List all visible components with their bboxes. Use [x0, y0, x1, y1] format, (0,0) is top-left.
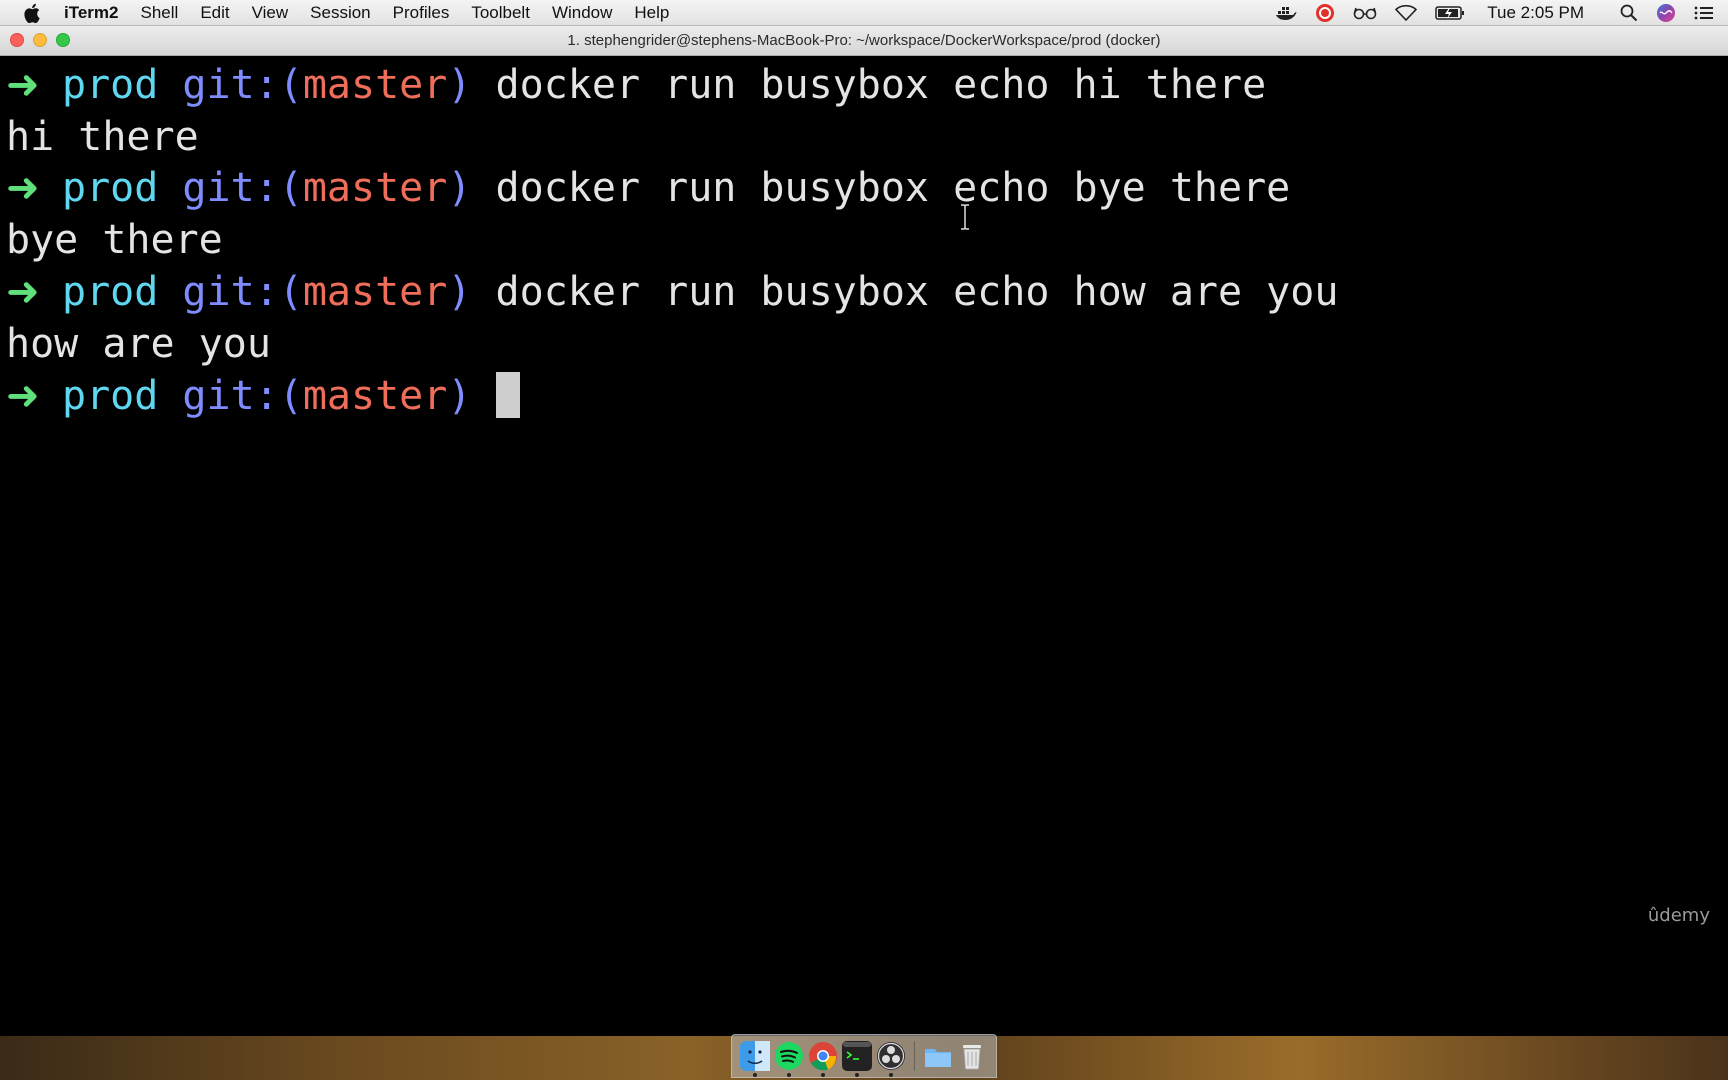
window-title-bar[interactable]: 1. stephengrider@stephens-MacBook-Pro: ~… [0, 26, 1728, 56]
prompt-git-prefix: git:( [182, 165, 303, 211]
menu-profiles[interactable]: Profiles [393, 3, 450, 23]
menu-help[interactable]: Help [634, 3, 669, 23]
terminal-icon[interactable] [842, 1041, 872, 1077]
finder-icon[interactable] [740, 1041, 770, 1077]
prompt-git-branch: master [302, 373, 448, 419]
terminal-area[interactable]: ➜ prod git:(master) docker run busybox ec… [0, 56, 1728, 1036]
prompt-git-suffix: ) [447, 62, 472, 108]
prompt-arrow-icon: ➜ [6, 373, 40, 419]
menu-bar: iTerm2 Shell Edit View Session Profiles … [0, 0, 1728, 26]
prompt-arrow-icon: ➜ [6, 269, 40, 315]
prompt-git-suffix: ) [447, 165, 472, 211]
menu-window[interactable]: Window [552, 3, 612, 23]
terminal-current-prompt[interactable]: ➜ prod git:(master) [6, 370, 520, 422]
glasses-icon[interactable] [1353, 6, 1377, 20]
prompt-directory: prod [62, 165, 159, 211]
trash-icon[interactable] [957, 1041, 987, 1071]
chrome-icon[interactable] [808, 1041, 838, 1077]
prompt-directory: prod [62, 62, 159, 108]
spotify-icon[interactable] [774, 1041, 804, 1077]
prompt-git-branch: master [302, 165, 448, 211]
terminal-cursor [495, 372, 520, 418]
mouse-ibeam-cursor-icon [961, 204, 969, 230]
udemy-watermark: ûdemy [1647, 905, 1710, 926]
prompt-git-prefix: git:( [182, 269, 303, 315]
menu-edit[interactable]: Edit [200, 3, 229, 23]
menu-shell[interactable]: Shell [141, 3, 179, 23]
terminal-command: docker run busybox echo hi there [495, 62, 1267, 108]
wifi-icon[interactable] [1395, 4, 1418, 21]
prompt-git-branch: master [302, 269, 448, 315]
menu-clock[interactable]: Tue 2:05 PM [1487, 3, 1584, 23]
terminal-output-line: bye there [6, 217, 223, 263]
battery-icon[interactable] [1435, 5, 1465, 21]
terminal-prompt-line: ➜ prod git:(master) docker run busybox ec… [6, 59, 1266, 111]
terminal-command: docker run busybox echo bye there [495, 165, 1291, 211]
prompt-git-suffix: ) [447, 373, 472, 419]
obs-icon[interactable] [876, 1041, 906, 1077]
prompt-directory: prod [62, 269, 159, 315]
prompt-git-prefix: git:( [182, 62, 303, 108]
prompt-arrow-icon: ➜ [6, 62, 40, 108]
menu-session[interactable]: Session [310, 3, 370, 23]
prompt-git-branch: master [302, 62, 448, 108]
dock-separator [914, 1041, 915, 1071]
menu-toolbelt[interactable]: Toolbelt [471, 3, 530, 23]
terminal-output-line: how are you [6, 321, 271, 367]
prompt-git-suffix: ) [447, 269, 472, 315]
terminal-prompt-line: ➜ prod git:(master) docker run busybox ec… [6, 266, 1338, 318]
apple-menu-icon[interactable] [22, 2, 44, 24]
menu-view[interactable]: View [252, 3, 289, 23]
notification-center-icon[interactable] [1694, 5, 1714, 21]
prompt-git-prefix: git:( [182, 373, 303, 419]
prompt-arrow-icon: ➜ [6, 165, 40, 211]
prompt-directory: prod [62, 373, 159, 419]
terminal-output-line: hi there [6, 114, 199, 160]
downloads-folder-icon[interactable] [923, 1041, 953, 1071]
spotlight-search-icon[interactable] [1620, 4, 1638, 22]
window-title: 1. stephengrider@stephens-MacBook-Pro: ~… [567, 32, 1161, 49]
menu-app-iterm2[interactable]: iTerm2 [64, 3, 119, 23]
siri-icon[interactable] [1656, 3, 1676, 23]
dock [731, 1034, 997, 1078]
terminal-prompt-line: ➜ prod git:(master) docker run busybox ec… [6, 162, 1290, 214]
terminal-command: docker run busybox echo how are you [495, 269, 1339, 315]
obs-status-icon[interactable] [1315, 3, 1335, 23]
docker-status-icon[interactable] [1275, 5, 1297, 21]
